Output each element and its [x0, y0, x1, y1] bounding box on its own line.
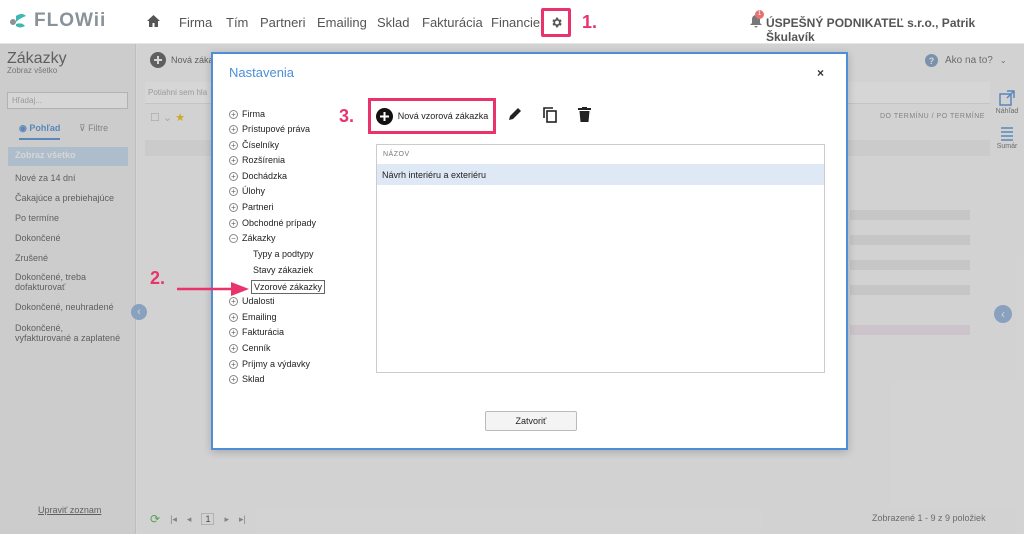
gear-icon [551, 17, 562, 28]
expand-icon: + [229, 218, 238, 228]
nav-financie[interactable]: Financie [491, 15, 540, 30]
tree-label: Cenník [242, 343, 271, 353]
expand-icon: + [229, 343, 238, 353]
tree-item-income[interactable]: + Príjmy a výdavky [229, 359, 310, 369]
tree-label: Dochádzka [242, 171, 288, 181]
settings-button[interactable] [541, 8, 571, 37]
tree-label: Emailing [242, 312, 277, 322]
tree-label: Číselníky [242, 140, 280, 150]
tree-item-attendance[interactable]: + Dochádzka [229, 171, 287, 181]
step-2-label: 2. [150, 268, 166, 288]
home-icon[interactable] [147, 15, 160, 30]
plus-circle-icon [375, 107, 393, 125]
close-button[interactable]: Zatvoriť [485, 411, 577, 431]
notifications-button[interactable]: 1 [749, 10, 764, 31]
expand-icon: + [229, 171, 238, 181]
tree-label: Sklad [242, 374, 265, 384]
nav-fakturacia[interactable]: Fakturácia [422, 15, 483, 30]
expand-icon: + [229, 327, 238, 337]
collapse-icon: − [229, 233, 238, 243]
logo[interactable]: FLOWii [8, 10, 106, 32]
copy-icon[interactable] [543, 107, 557, 123]
tree-label: Rozšírenia [242, 155, 286, 165]
expand-icon: + [229, 109, 238, 119]
tree-label: Firma [242, 109, 265, 119]
nav-partneri[interactable]: Partneri [260, 15, 306, 30]
step-3-label: 3. [339, 106, 355, 126]
tree-subitem-templates[interactable]: Vzorové zákazky [251, 280, 326, 294]
tree-subitem-states[interactable]: Stavy zákaziek [253, 265, 313, 275]
nav-sklad[interactable]: Sklad [377, 15, 410, 30]
tree-item-orders[interactable]: − Zákazky [229, 233, 276, 243]
tree-item-firma[interactable]: + Firma [229, 109, 265, 119]
tree-item-partners[interactable]: + Partneri [229, 202, 274, 212]
close-icon[interactable]: × [817, 66, 824, 80]
new-template-button[interactable]: Nová vzorová zákazka [368, 98, 496, 134]
tree-label: Príjmy a výdavky [242, 359, 311, 369]
expand-icon: + [229, 124, 238, 134]
tree-item-access[interactable]: + Prístupové práva [229, 124, 310, 134]
tree-item-warehouse[interactable]: + Sklad [229, 374, 265, 384]
expand-icon: + [229, 186, 238, 196]
expand-icon: + [229, 312, 238, 322]
expand-icon: + [229, 359, 238, 369]
arrow-icon [177, 282, 249, 296]
company-user[interactable]: ÚSPEŠNÝ PODNIKATEĽ s.r.o., Patrik Škulav… [766, 16, 1024, 44]
tree-label: Obchodné prípady [242, 218, 317, 228]
tree-item-deals[interactable]: + Obchodné prípady [229, 218, 316, 228]
pencil-icon[interactable] [508, 107, 522, 121]
trash-icon[interactable] [578, 107, 591, 122]
nav-firma[interactable]: Firma [179, 15, 212, 30]
tree-label: Úlohy [242, 186, 266, 196]
tree-label: Fakturácia [242, 327, 285, 337]
tree-label: Partneri [242, 202, 274, 212]
column-header-name[interactable]: NÁZOV [383, 151, 410, 158]
tree-label: Zákazky [242, 233, 276, 243]
tree-item-tasks[interactable]: + Úlohy [229, 186, 265, 196]
tree-subitem-types[interactable]: Typy a podtypy [253, 249, 314, 259]
expand-icon: + [229, 155, 238, 165]
logo-text: FLOWii [34, 10, 107, 31]
nav-emailing[interactable]: Emailing [317, 15, 367, 30]
nav-tim[interactable]: Tím [226, 15, 248, 30]
flowii-logo-icon [10, 14, 26, 28]
table-row[interactable]: Návrh interiéru a exteriéru [377, 164, 824, 185]
tree-item-extensions[interactable]: + Rozšírenia [229, 155, 285, 165]
tree-item-codebooks[interactable]: + Číselníky [229, 140, 279, 150]
expand-icon: + [229, 202, 238, 212]
tree-item-invoicing[interactable]: + Fakturácia [229, 327, 284, 337]
notification-count: 1 [755, 10, 764, 19]
new-template-label: Nová vzorová zákazka [397, 111, 489, 121]
modal-title: Nastavenia [229, 65, 295, 80]
tree-item-pricelist[interactable]: + Cenník [229, 343, 271, 353]
expand-icon: + [229, 374, 238, 384]
tree-label: Prístupové práva [242, 124, 311, 134]
expand-icon: + [229, 140, 238, 150]
tree-item-emailing[interactable]: + Emailing [229, 312, 277, 322]
step-1-label: 1. [582, 12, 598, 32]
